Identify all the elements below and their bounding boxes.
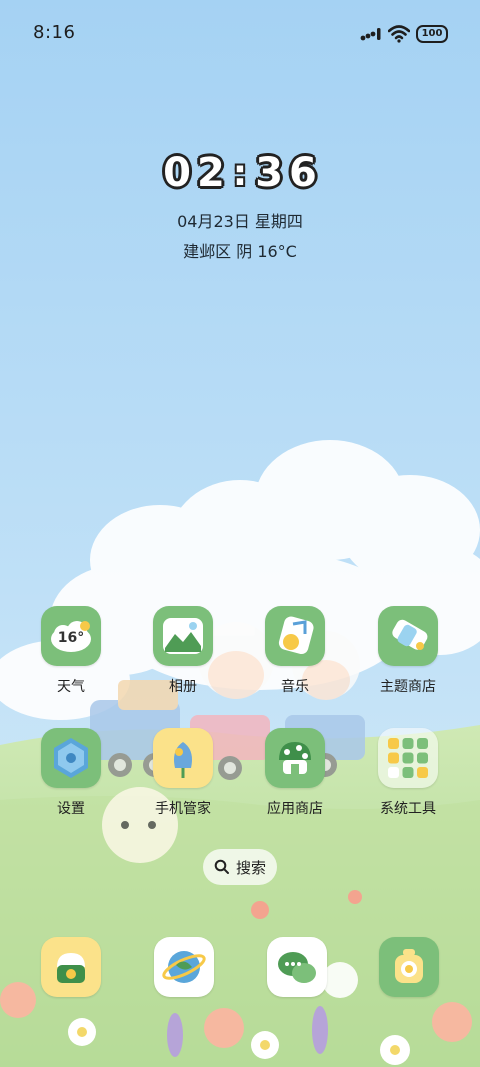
- battery-icon: 100: [416, 25, 448, 43]
- search-label: 搜索: [235, 858, 266, 877]
- app-music[interactable]: 音乐: [250, 606, 340, 696]
- search-button[interactable]: 搜索: [203, 849, 277, 885]
- camera-icon: [395, 949, 423, 983]
- browser-icon: [162, 951, 206, 983]
- app-weather[interactable]: 16° 天气: [26, 606, 116, 696]
- app-label: 设置: [57, 801, 85, 817]
- clock-digits: 0 2 : 3 6: [163, 150, 317, 196]
- search-icon: [214, 859, 229, 874]
- clock-separator: :: [232, 152, 248, 194]
- security-icon: [153, 728, 213, 788]
- clock-hour-ones: 2: [196, 150, 225, 196]
- app-label: 手机管家: [155, 801, 211, 817]
- dock-messages[interactable]: [267, 937, 327, 997]
- clock-minute-tens: 3: [255, 150, 284, 196]
- clock-hour-tens: 0: [163, 150, 191, 196]
- phone-icon: [57, 953, 85, 983]
- app-security[interactable]: 手机管家: [138, 728, 228, 818]
- app-store-icon: [265, 728, 325, 788]
- battery-level: 100: [421, 28, 443, 39]
- dock-phone[interactable]: [41, 937, 101, 997]
- gallery-icon: [153, 606, 213, 666]
- weather-text: 建邺区 阴 16°C: [183, 242, 297, 261]
- status-bar: 8:16 100: [0, 0, 480, 64]
- app-settings[interactable]: 设置: [26, 728, 116, 818]
- clock-minute-ones: 6: [289, 150, 317, 196]
- dock-camera[interactable]: [379, 937, 439, 997]
- status-time: 8:16: [33, 22, 76, 43]
- app-gallery[interactable]: 相册: [138, 606, 228, 696]
- status-icons: 100: [360, 24, 448, 44]
- settings-icon: [41, 728, 101, 788]
- theme-store-icon: [378, 606, 438, 666]
- messages-icon: [278, 952, 316, 983]
- music-icon: [265, 606, 325, 666]
- app-label: 系统工具: [380, 801, 436, 817]
- signal-icon: [360, 28, 381, 41]
- dock-browser[interactable]: [154, 937, 214, 997]
- folder-system-tools[interactable]: 系统工具: [363, 728, 453, 818]
- app-theme-store[interactable]: 主题商店: [363, 606, 453, 696]
- weather-temp: 16°: [58, 630, 84, 646]
- folder-icon: [378, 728, 438, 788]
- date-text: 04月23日 星期四: [177, 212, 303, 231]
- clock-widget[interactable]: 0 2 : 3 6 04月23日 星期四 建邺区 阴 16°C: [0, 150, 480, 262]
- app-app-store[interactable]: 应用商店: [250, 728, 340, 818]
- app-label: 天气: [57, 679, 85, 695]
- app-label: 应用商店: [267, 801, 323, 817]
- app-label: 主题商店: [380, 679, 436, 695]
- app-label: 音乐: [281, 679, 309, 695]
- app-label: 相册: [169, 679, 197, 695]
- weather-icon: 16°: [41, 606, 101, 666]
- wifi-icon: [388, 25, 410, 43]
